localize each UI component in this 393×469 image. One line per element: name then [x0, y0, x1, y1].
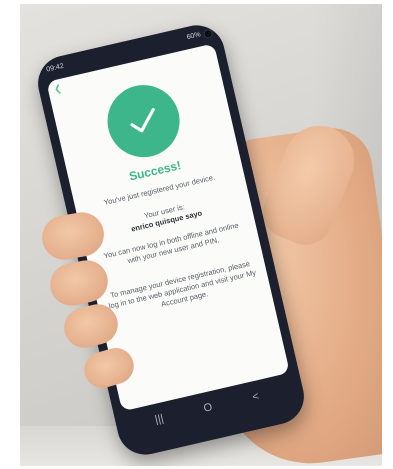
photo-scene: 09:42 60% ❮ Success! You've just registe… [20, 4, 382, 466]
middle-finger [46, 256, 112, 310]
little-finger [80, 343, 138, 393]
hand-fingers [20, 4, 382, 466]
ring-finger [59, 300, 123, 352]
index-finger [38, 208, 108, 264]
